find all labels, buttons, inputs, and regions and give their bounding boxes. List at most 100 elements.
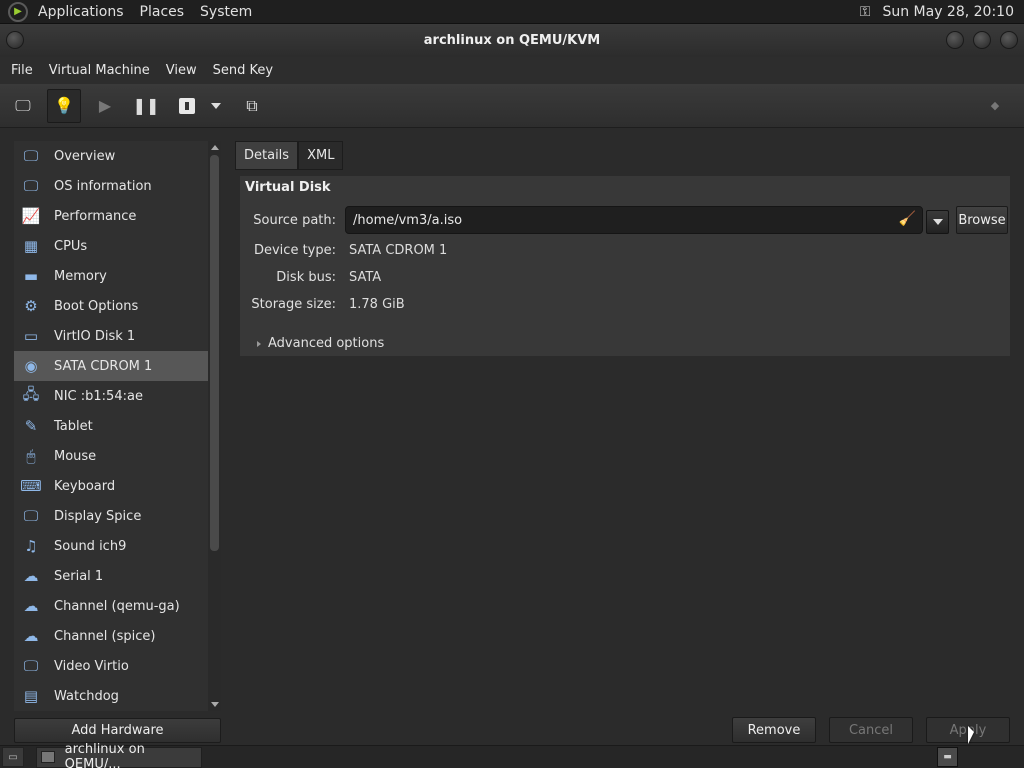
source-path-dropdown-button[interactable]: [926, 210, 949, 234]
sidebar-item[interactable]: ▤ Watchdog: [14, 681, 208, 711]
sidebar-item-label: Sound ich9: [54, 538, 127, 554]
shutdown-button[interactable]: [170, 89, 204, 123]
display-icon: 🖵: [23, 507, 39, 525]
device-type-label: Device type:: [253, 243, 336, 258]
tab-details[interactable]: Details: [235, 141, 299, 170]
sidebar-item[interactable]: 📈 Performance: [14, 201, 208, 231]
menubar: File Virtual Machine View Send Key: [0, 57, 1024, 84]
sidebar-item-label: Memory: [54, 268, 107, 284]
window-menu-button[interactable]: [6, 31, 24, 49]
source-path-label: Source path:: [253, 213, 336, 228]
menu-send-key[interactable]: Send Key: [205, 63, 281, 78]
sidebar-item[interactable]: 🖵 OS information: [14, 171, 208, 201]
video-icon: 🖵: [23, 657, 39, 675]
cpu-chip-icon: ▦: [23, 237, 39, 255]
sidebar-item[interactable]: ⚙ Boot Options: [14, 291, 208, 321]
snapshots-button[interactable]: ⧉: [235, 89, 269, 123]
section-title: Virtual Disk: [245, 180, 331, 195]
storage-size-value: 1.78 GiB: [349, 297, 405, 312]
scroll-thumb[interactable]: [210, 155, 219, 551]
applications-menu[interactable]: Applications: [38, 4, 124, 20]
sidebar-item-label: Channel (qemu-ga): [54, 598, 180, 614]
sidebar-item-label: Overview: [54, 148, 116, 164]
sidebar-item[interactable]: ☁ Serial 1: [14, 561, 208, 591]
hardware-list-scrollbar[interactable]: [208, 141, 221, 711]
sidebar-item[interactable]: ⌨ Keyboard: [14, 471, 208, 501]
sidebar-item-label: Boot Options: [54, 298, 139, 314]
close-button[interactable]: [1000, 31, 1018, 49]
sidebar-item-label: Watchdog: [54, 688, 119, 704]
console-button[interactable]: 🖵: [6, 89, 40, 123]
sidebar-item[interactable]: ☁ Channel (qemu-ga): [14, 591, 208, 621]
pause-button[interactable]: ❚❚: [129, 89, 163, 123]
cancel-button[interactable]: Cancel: [829, 717, 913, 743]
sidebar-item-label: OS information: [54, 178, 152, 194]
system-tray: ⚿ Sun May 28, 20:10: [860, 4, 1014, 20]
sidebar-item[interactable]: 🖵 Video Virtio: [14, 651, 208, 681]
channel-icon: ☁: [23, 627, 39, 645]
sidebar-item[interactable]: 🖱 Mouse: [14, 441, 208, 471]
sidebar-item-label: Keyboard: [54, 478, 116, 494]
sidebar-item-label: Serial 1: [54, 568, 104, 584]
play-icon: ▶: [98, 96, 112, 115]
sidebar-item-label: Tablet: [54, 418, 93, 434]
desktop-top-panel: ▶ Applications Places System ⚿ Sun May 2…: [0, 0, 1024, 24]
clear-broom-icon[interactable]: 🧹: [899, 211, 916, 227]
bottom-taskbar: ▭ archlinux on QEMU/... ▬: [0, 742, 1024, 768]
minimize-button[interactable]: [946, 31, 964, 49]
advanced-options-expander[interactable]: Advanced options: [257, 336, 384, 351]
window-title: archlinux on QEMU/KVM: [423, 33, 601, 48]
storage-size-label: Storage size:: [251, 297, 336, 312]
tab-xml[interactable]: XML: [298, 141, 344, 170]
keyring-icon[interactable]: ⚿: [860, 4, 871, 20]
taskbar-window-button[interactable]: archlinux on QEMU/...: [36, 742, 202, 768]
sidebar-item[interactable]: 🖵 Overview: [14, 141, 208, 171]
sidebar-item[interactable]: ♫ Sound ich9: [14, 531, 208, 561]
remove-button[interactable]: Remove: [732, 717, 816, 743]
source-path-input[interactable]: /home/vm3/a.iso 🧹: [345, 206, 923, 234]
sidebar-item[interactable]: ▬ Memory: [14, 261, 208, 291]
places-menu[interactable]: Places: [140, 4, 185, 20]
run-button[interactable]: ▶: [88, 89, 122, 123]
show-desktop-icon[interactable]: ▭: [2, 747, 24, 767]
details-button[interactable]: 💡: [47, 88, 81, 123]
disk-bus-value: SATA: [349, 270, 382, 285]
channel-icon: ☁: [23, 597, 39, 615]
maximize-button[interactable]: [973, 31, 991, 49]
shutdown-menu-button[interactable]: [204, 89, 228, 123]
sidebar-item[interactable]: ▭ VirtIO Disk 1: [14, 321, 208, 351]
window-titlebar[interactable]: archlinux on QEMU/KVM: [0, 24, 1024, 57]
source-path-row: Source path:: [240, 213, 349, 228]
sidebar-item[interactable]: ◉ SATA CDROM 1: [14, 351, 208, 381]
sidebar-item[interactable]: ✎ Tablet: [14, 411, 208, 441]
device-type-value: SATA CDROM 1: [349, 243, 448, 258]
disk-bus-row: Disk bus: SATA: [240, 270, 381, 285]
menu-virtual-machine[interactable]: Virtual Machine: [41, 63, 158, 78]
sidebar-item[interactable]: 🖧 NIC :b1:54:ae: [14, 381, 208, 411]
sound-icon: ♫: [24, 537, 38, 555]
sidebar-item-label: CPUs: [54, 238, 88, 254]
browse-button[interactable]: Browse: [956, 206, 1008, 234]
lightbulb-icon: 💡: [54, 96, 74, 115]
source-path-value: /home/vm3/a.iso: [353, 212, 463, 228]
menu-file[interactable]: File: [3, 63, 41, 78]
scroll-down-icon[interactable]: [211, 702, 219, 707]
scroll-up-icon[interactable]: [211, 145, 219, 150]
tablet-icon: ✎: [24, 417, 38, 435]
hard-disk-icon: ▭: [23, 327, 39, 345]
sidebar-item-label: Display Spice: [54, 508, 142, 524]
power-icon: [179, 97, 195, 114]
system-menu[interactable]: System: [200, 4, 252, 20]
monitor-icon: 🖵: [15, 95, 31, 115]
sidebar-item[interactable]: 🖵 Display Spice: [14, 501, 208, 531]
pause-icon: ❚❚: [132, 96, 160, 115]
add-hardware-button[interactable]: Add Hardware: [14, 718, 221, 743]
fullscreen-button[interactable]: ◆: [978, 89, 1012, 123]
sidebar-item[interactable]: ▦ CPUs: [14, 231, 208, 261]
clock[interactable]: Sun May 28, 20:10: [882, 4, 1014, 20]
monitor-icon: 🖵: [23, 147, 39, 165]
workspace-switcher-icon[interactable]: ▬: [937, 747, 958, 767]
sidebar-item[interactable]: ☁ Channel (spice): [14, 621, 208, 651]
menu-view[interactable]: View: [158, 63, 205, 78]
distro-logo-icon[interactable]: ▶: [8, 1, 28, 22]
